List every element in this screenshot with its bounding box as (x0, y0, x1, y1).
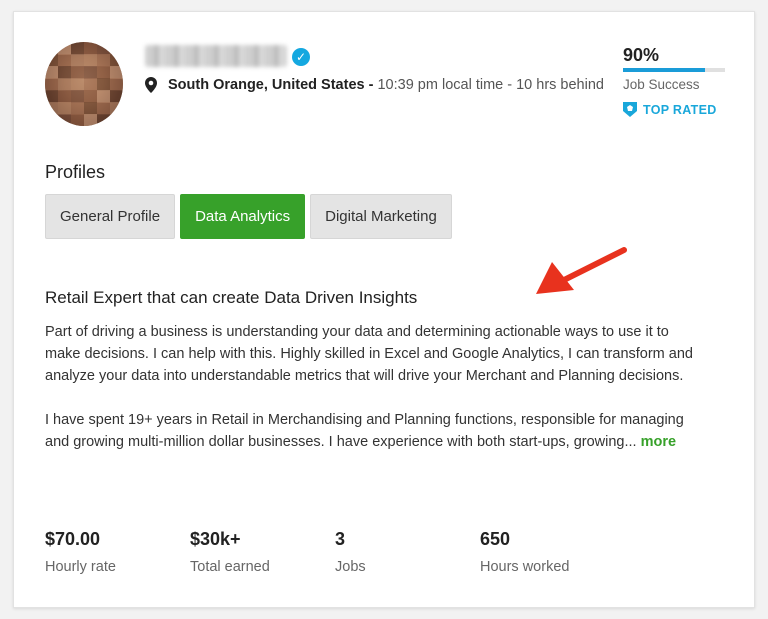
profile-headline: Retail Expert that can create Data Drive… (45, 288, 418, 307)
tab-data-analytics[interactable]: Data Analytics (180, 194, 306, 239)
avatar-pixel (58, 114, 71, 126)
location-city: South Orange, United States (168, 77, 365, 93)
avatar-pixel (97, 114, 110, 126)
tab-general-profile[interactable]: General Profile (45, 194, 176, 239)
tab-digital-marketing[interactable]: Digital Marketing (310, 194, 452, 239)
stat-hours-worked: 650 Hours worked (480, 529, 569, 575)
job-success-percent: 90% (623, 45, 660, 65)
avatar-pixel (84, 114, 97, 126)
stat-hourly-rate: $70.00 Hourly rate (45, 529, 116, 575)
freelancer-name-redacted (145, 45, 287, 67)
stat-value: 650 (480, 529, 511, 549)
stat-value: $70.00 (45, 529, 101, 549)
description-paragraph-1: Part of driving a business is understand… (45, 324, 693, 384)
stat-label: Hourly rate (45, 559, 116, 575)
top-rated-badge: TOP RATED (623, 102, 717, 117)
job-success-bar (623, 68, 725, 72)
avatar-pixel (71, 114, 84, 126)
top-rated-label: TOP RATED (643, 102, 717, 117)
stat-value: $30k+ (190, 529, 241, 549)
profiles-heading: Profiles (45, 162, 106, 182)
stat-value: 3 (335, 529, 346, 549)
more-link[interactable]: more (641, 434, 676, 450)
job-success-label: Job Success (623, 77, 700, 92)
avatar[interactable] (45, 42, 123, 126)
stat-total-earned: $30k+ Total earned (190, 529, 270, 575)
location-separator: - (364, 77, 378, 93)
stat-label: Hours worked (480, 559, 570, 575)
profile-description: Part of driving a business is understand… (45, 321, 705, 453)
avatar-pixel (45, 114, 58, 126)
stat-jobs: 3 Jobs (335, 529, 366, 575)
job-success-bar-fill (623, 68, 705, 72)
red-arrow-annotation (536, 247, 627, 294)
avatar-pixel (110, 114, 123, 126)
shield-badge-icon (623, 102, 637, 117)
stat-label: Jobs (335, 559, 366, 575)
description-paragraph-2: I have spent 19+ years in Retail in Merc… (45, 409, 705, 453)
description-paragraph-2-text: I have spent 19+ years in Retail in Merc… (45, 412, 684, 450)
local-time: 10:39 pm local time - 10 hrs behind (377, 77, 604, 93)
verified-check-icon: ✓ (292, 48, 310, 66)
freelancer-profile-card: ✓ South Orange, United States - 10:39 pm… (13, 11, 755, 608)
profile-tabs: General Profile Data Analytics Digital M… (45, 194, 452, 239)
location-text: South Orange, United States - 10:39 pm l… (145, 75, 605, 95)
stat-label: Total earned (190, 559, 270, 575)
